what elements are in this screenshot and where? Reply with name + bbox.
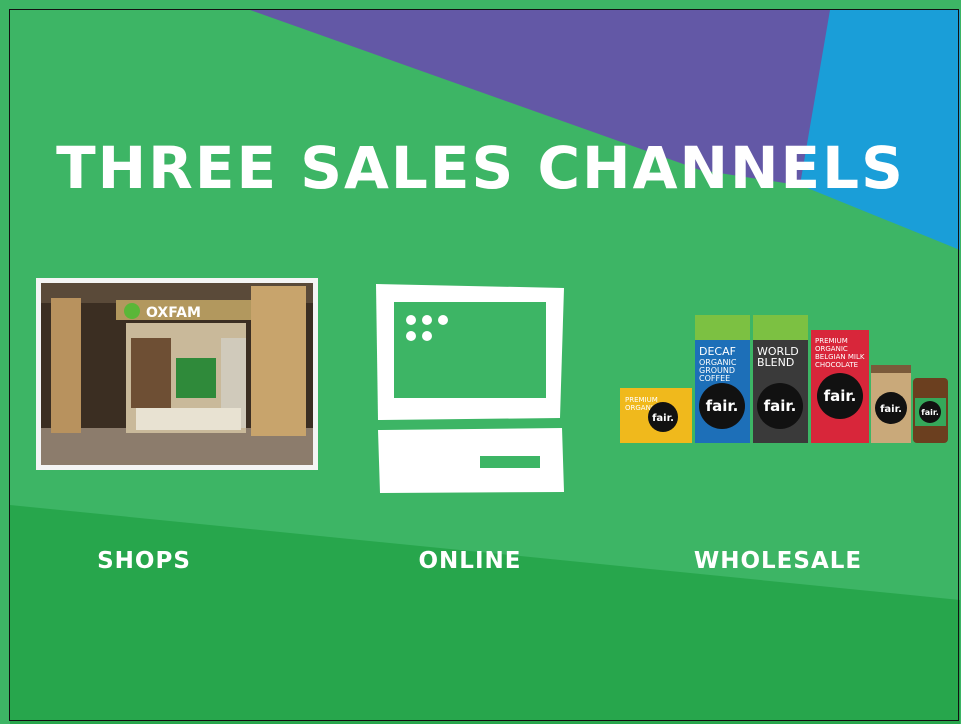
shop-photo: OXFAM: [36, 278, 318, 470]
svg-text:fair.: fair.: [921, 408, 938, 417]
svg-text:BELGIAN MILK: BELGIAN MILK: [815, 353, 865, 361]
svg-text:DECAF: DECAF: [699, 345, 736, 358]
svg-text:BLEND: BLEND: [757, 356, 794, 369]
svg-text:COFFEE: COFFEE: [699, 374, 730, 383]
svg-text:fair.: fair.: [706, 397, 739, 415]
svg-text:fair.: fair.: [764, 397, 797, 415]
svg-text:fair.: fair.: [824, 387, 857, 405]
computer-icon: [376, 284, 564, 493]
slide: THREE SALES CHANNELS OXFAM PREMIUM ORGAN…: [0, 0, 961, 724]
svg-text:fair.: fair.: [880, 404, 902, 415]
svg-text:ORGANIC: ORGANIC: [815, 345, 848, 353]
channel-label-online: ONLINE: [418, 548, 522, 574]
svg-text:fair.: fair.: [652, 413, 674, 424]
shop-sign: OXFAM: [146, 305, 201, 321]
svg-text:CHOCOLATE: CHOCOLATE: [815, 361, 858, 369]
channel-label-shops: SHOPS: [97, 548, 191, 574]
svg-text:PREMIUM: PREMIUM: [625, 396, 658, 404]
svg-text:PREMIUM: PREMIUM: [815, 337, 848, 345]
slide-title: THREE SALES CHANNELS: [56, 134, 905, 202]
channel-label-wholesale: WHOLESALE: [693, 548, 863, 574]
oxfam-logo-icon: [124, 303, 140, 319]
product-range: PREMIUM ORGANIC fair. DECAF ORGANIC GROU…: [620, 315, 948, 443]
